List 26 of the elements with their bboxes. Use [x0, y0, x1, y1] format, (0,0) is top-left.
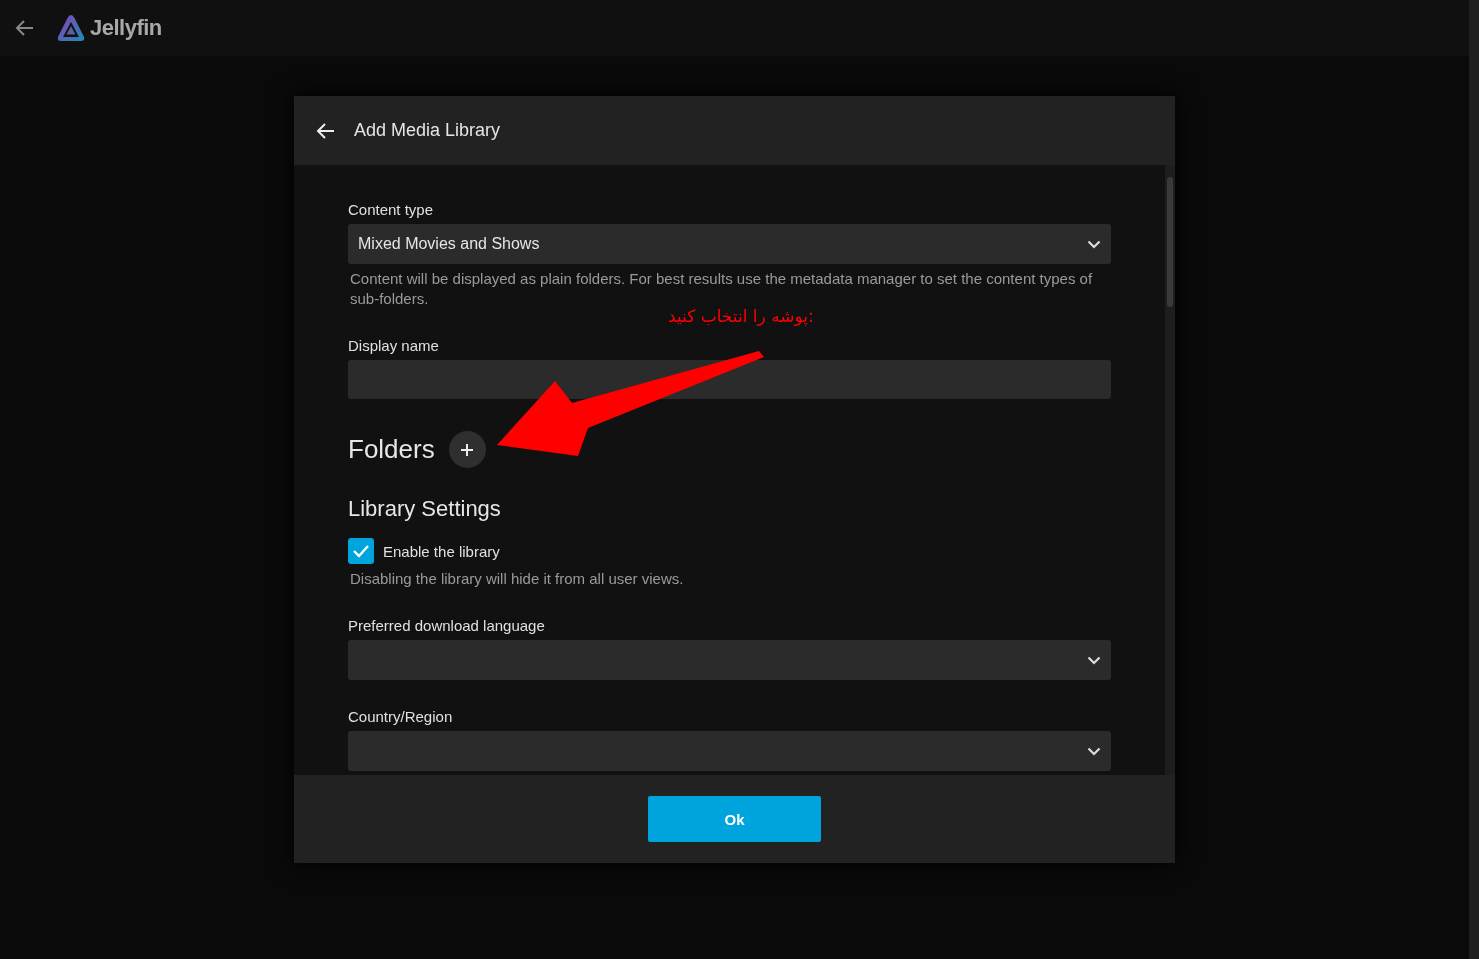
field-label: Preferred download language [348, 617, 546, 634]
field-label: Content type [348, 201, 435, 218]
annotation-text: پوشه را انتخاب کنید: [668, 306, 814, 326]
checkmark-icon [352, 544, 370, 558]
plus-icon [460, 442, 475, 457]
chevron-down-icon [1087, 746, 1101, 756]
chevron-down-icon [1087, 239, 1101, 249]
checkbox-label: Enable the library [383, 542, 500, 560]
dropdown-field[interactable] [348, 731, 1111, 771]
back-arrow-icon[interactable] [316, 121, 336, 140]
chevron-down-icon [1087, 655, 1101, 665]
section-heading: Folders [348, 434, 435, 465]
field-label: Country/Region [348, 708, 454, 725]
dialog-title: Add Media Library [354, 120, 501, 141]
add-folder-button[interactable] [448, 431, 486, 468]
input-field[interactable] [348, 360, 1111, 399]
checkbox[interactable] [348, 538, 374, 564]
section-heading: Library Settings [348, 496, 502, 522]
help-text: Content will be displayed as plain folders. For best results use the metadata manager to set the content types of sub-folders. [350, 269, 1094, 309]
dropdown-field[interactable]: Mixed Movies and Shows [348, 224, 1111, 264]
logo-icon [56, 13, 86, 43]
app-title: Jellyfin [90, 15, 162, 41]
help-text: Disabling the library will hide it from all user views. [350, 569, 685, 589]
field-label: Display name [348, 337, 440, 354]
dropdown-field[interactable] [348, 640, 1111, 680]
scrollbar-thumb[interactable] [1167, 177, 1173, 307]
